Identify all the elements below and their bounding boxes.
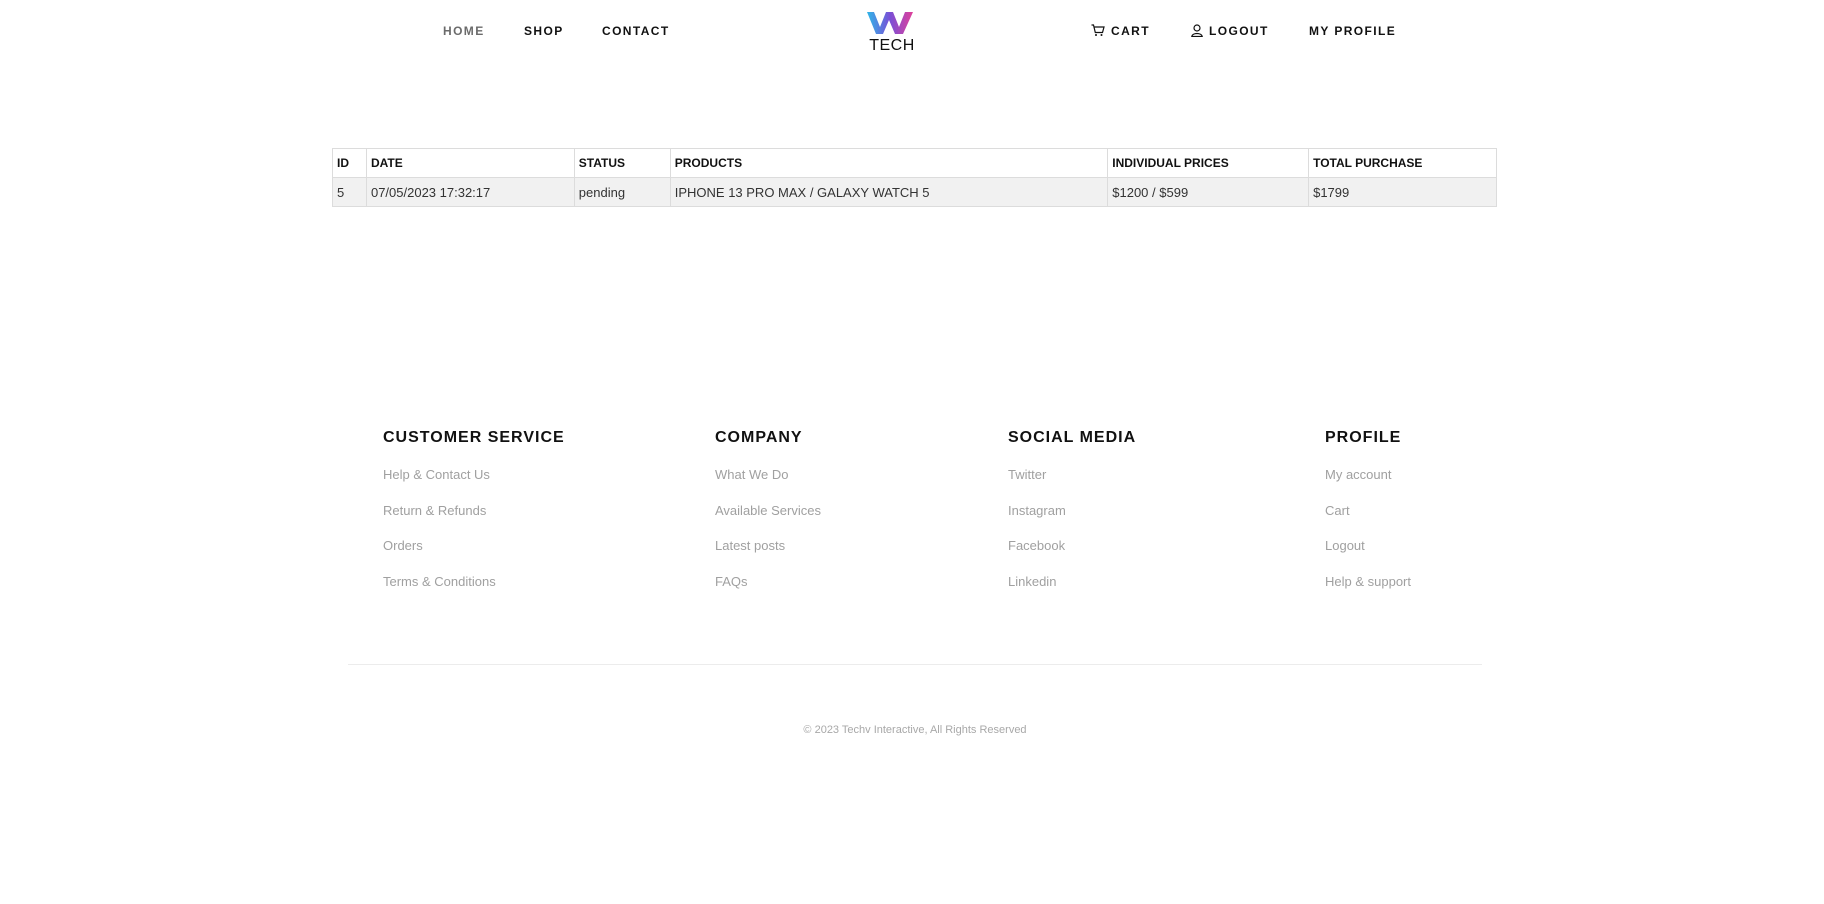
logo-text: TECH (869, 37, 915, 54)
nav-home-link[interactable]: HOME (443, 24, 485, 38)
nav-cart-link[interactable]: CART (1091, 24, 1150, 40)
order-date-cell: 07/05/2023 17:32:17 (365, 177, 575, 207)
column-header-id: ID (332, 148, 367, 178)
nav-my-profile-link[interactable]: MY PROFILE (1309, 24, 1396, 38)
nav-logout-link[interactable]: LOGOUT (1191, 24, 1269, 40)
user-icon (1191, 24, 1203, 40)
footer-heading: COMPANY (715, 429, 803, 446)
order-id-cell: 5 (332, 177, 367, 207)
table-row: 5 07/05/2023 17:32:17 pending IPHONE 13 … (332, 177, 1497, 207)
column-header-status: STATUS (573, 148, 671, 178)
footer-social-media: SOCIAL MEDIA Twitter Instagram Facebook … (1008, 428, 1136, 608)
orders-table: ID DATE STATUS PRODUCTS INDIVIDUAL PRICE… (332, 148, 1497, 207)
orders-header-row: ID DATE STATUS PRODUCTS INDIVIDUAL PRICE… (332, 148, 1497, 178)
footer-link-cart[interactable]: Cart (1325, 502, 1411, 538)
column-header-products: PRODUCTS (669, 148, 1109, 178)
footer-link-logout[interactable]: Logout (1325, 537, 1411, 573)
order-status-cell: pending (573, 177, 671, 207)
footer-link-faqs[interactable]: FAQs (715, 573, 821, 609)
column-header-total-purchase: TOTAL PURCHASE (1308, 148, 1497, 178)
footer-link-facebook[interactable]: Facebook (1008, 537, 1136, 573)
column-header-date: DATE (365, 148, 575, 178)
logo-mark-icon (867, 12, 913, 34)
nav-cart-label: CART (1111, 24, 1150, 38)
cart-icon (1091, 24, 1105, 40)
footer-link-return-refunds[interactable]: Return & Refunds (383, 502, 565, 538)
footer-company: COMPANY What We Do Available Services La… (715, 428, 821, 608)
site-logo[interactable]: TECH (866, 9, 918, 57)
order-products-cell: IPHONE 13 PRO MAX / GALAXY WATCH 5 (669, 177, 1109, 207)
footer-heading: CUSTOMER SERVICE (383, 429, 565, 446)
nav-contact-link[interactable]: CONTACT (602, 24, 670, 38)
site-header: HOME SHOP CONTACT TECH CART LOGOUT MY PR… (0, 0, 1824, 66)
footer-link-twitter[interactable]: Twitter (1008, 466, 1136, 502)
order-total-cell: $1799 (1308, 177, 1497, 207)
order-prices-cell: $1200 / $599 (1107, 177, 1310, 207)
nav-shop-link[interactable]: SHOP (524, 24, 564, 38)
footer-link-help-contact[interactable]: Help & Contact Us (383, 466, 565, 502)
footer-link-terms[interactable]: Terms & Conditions (383, 573, 565, 609)
footer-link-available-services[interactable]: Available Services (715, 502, 821, 538)
footer-heading: PROFILE (1325, 429, 1402, 446)
footer-customer-service: CUSTOMER SERVICE Help & Contact Us Retur… (383, 428, 565, 608)
footer-link-help-support[interactable]: Help & support (1325, 573, 1411, 609)
nav-logout-label: LOGOUT (1209, 24, 1269, 38)
footer-profile: PROFILE My account Cart Logout Help & su… (1325, 428, 1411, 608)
footer-link-instagram[interactable]: Instagram (1008, 502, 1136, 538)
footer-link-linkedin[interactable]: Linkedin (1008, 573, 1136, 609)
footer-link-latest-posts[interactable]: Latest posts (715, 537, 821, 573)
footer-heading: SOCIAL MEDIA (1008, 429, 1137, 446)
column-header-individual-prices: INDIVIDUAL PRICES (1107, 148, 1310, 178)
footer-link-my-account[interactable]: My account (1325, 466, 1411, 502)
footer-link-what-we-do[interactable]: What We Do (715, 466, 821, 502)
copyright-text: © 2023 Techv Interactive, All Rights Res… (803, 724, 1027, 736)
footer-divider (348, 664, 1482, 665)
footer-link-orders[interactable]: Orders (383, 537, 565, 573)
